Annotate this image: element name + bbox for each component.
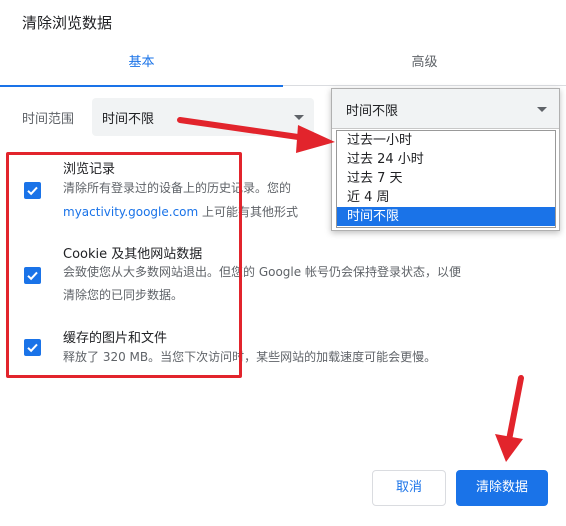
clear-browsing-data-dialog: 清除浏览数据 基本 高级 时间范围 时间不限 浏览记录 清除所有登录过的设备上的… xyxy=(0,0,566,526)
arrow-down-icon xyxy=(495,375,524,462)
option-past-24-hours[interactable]: 过去 24 小时 xyxy=(337,150,555,169)
chevron-down-icon xyxy=(537,107,547,112)
dialog-title: 清除浏览数据 xyxy=(22,14,113,32)
option-past-hour[interactable]: 过去一小时 xyxy=(337,131,555,150)
tab-advanced[interactable]: 高级 xyxy=(283,42,566,86)
cancel-button[interactable]: 取消 xyxy=(372,470,446,506)
option-all-time[interactable]: 时间不限 xyxy=(337,207,555,226)
time-range-dropdown[interactable]: 时间不限 过去一小时 过去 24 小时 过去 7 天 近 4 周 时间不限 xyxy=(331,88,560,231)
dropdown-header[interactable]: 时间不限 xyxy=(332,89,559,129)
dropdown-selected-value: 时间不限 xyxy=(346,104,399,119)
clear-data-button[interactable]: 清除数据 xyxy=(456,470,548,506)
annotation-highlight-box xyxy=(6,152,242,378)
dropdown-options-list: 过去一小时 过去 24 小时 过去 7 天 近 4 周 时间不限 xyxy=(336,130,556,228)
chevron-down-icon xyxy=(294,115,304,120)
time-range-label: 时间范围 xyxy=(22,112,75,127)
time-range-value: 时间不限 xyxy=(102,112,155,127)
tab-bar: 基本 高级 xyxy=(0,42,566,87)
option-past-4-weeks[interactable]: 近 4 周 xyxy=(337,188,555,207)
option-past-7-days[interactable]: 过去 7 天 xyxy=(337,169,555,188)
tab-basic[interactable]: 基本 xyxy=(0,42,283,87)
time-range-select[interactable]: 时间不限 xyxy=(92,98,314,136)
